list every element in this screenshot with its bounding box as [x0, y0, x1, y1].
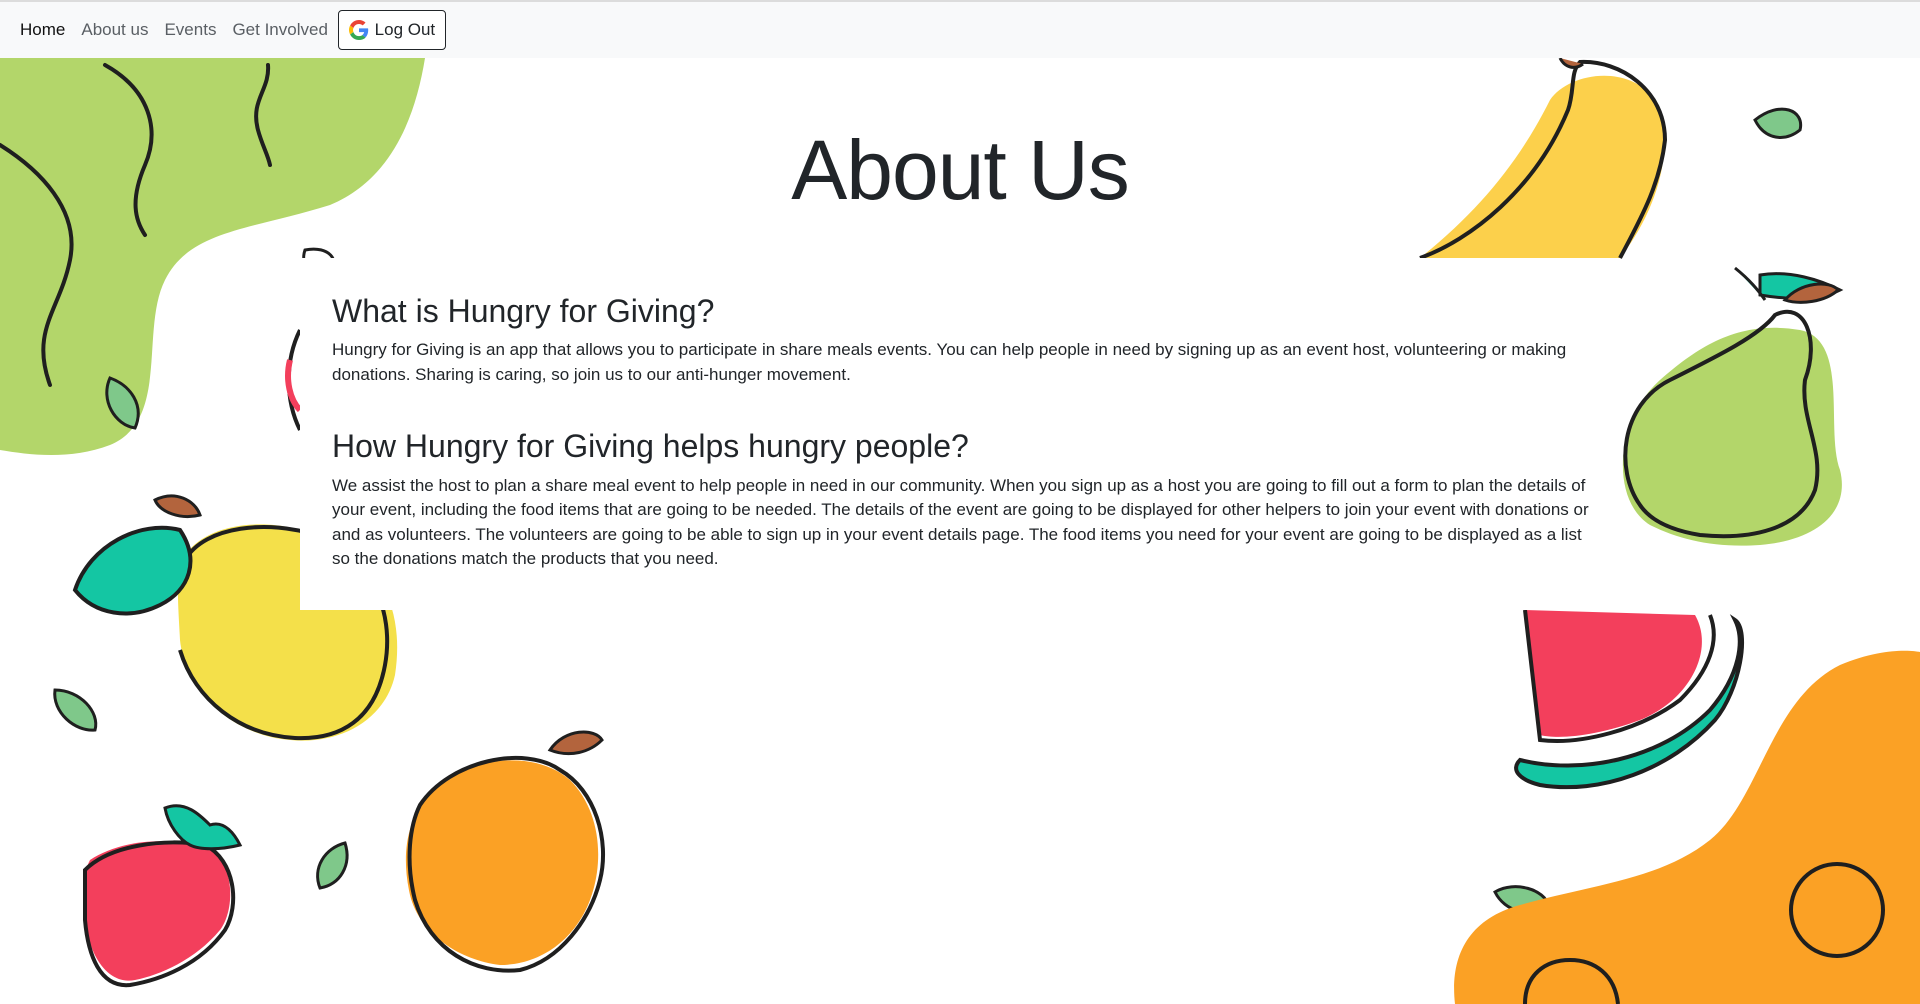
logout-button[interactable]: Log Out [337, 10, 446, 50]
watermelon-decoration [1514, 609, 1744, 790]
nav-home[interactable]: Home [20, 14, 65, 46]
google-g-icon [348, 20, 368, 40]
nav-events[interactable]: Events [164, 14, 216, 46]
navbar: Home About us Events Get Involved Log Ou… [0, 2, 1920, 58]
pear-decoration [1622, 266, 1844, 546]
section-heading-how-helps: How Hungry for Giving helps hungry peopl… [332, 428, 969, 465]
mango-decoration [405, 730, 605, 973]
about-content-card: What is Hungry for Giving? Hungry for Gi… [300, 258, 1620, 610]
section-heading-what-is: What is Hungry for Giving? [332, 293, 715, 329]
logout-label: Log Out [374, 20, 436, 39]
strawberry-decoration [83, 804, 243, 988]
section-body-how-helps: We assist the host to plan a share meal … [332, 475, 1589, 569]
section-body-what-is: Hungry for Giving is an app that allows … [332, 340, 1567, 384]
page-title: About Us [791, 123, 1130, 217]
nav-get-involved[interactable]: Get Involved [232, 14, 327, 46]
nav-about-us[interactable]: About us [81, 14, 148, 46]
orange-blob-decoration [1454, 650, 1920, 1004]
